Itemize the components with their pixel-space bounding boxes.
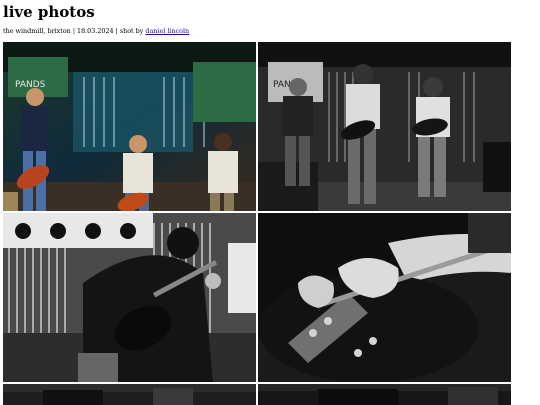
- svg-text:PANDS: PANDS: [15, 80, 46, 90]
- photo-band-bw-6[interactable]: [258, 384, 511, 405]
- photo-image: [3, 213, 256, 382]
- photo-guitarist-bw[interactable]: [3, 213, 256, 382]
- subtitle-details: the windmill, brixton | 18.03.2024 | sho…: [3, 27, 146, 35]
- photo-image: PANDS: [258, 42, 511, 211]
- page-title: live photos: [3, 3, 95, 21]
- photo-band-bw-5[interactable]: [3, 384, 256, 405]
- photo-image: [258, 213, 511, 382]
- photo-band-colour[interactable]: PANDS: [3, 42, 256, 211]
- page-subtitle: the windmill, brixton | 18.03.2024 | sho…: [3, 26, 189, 36]
- photographer-link[interactable]: daniel lincoln: [145, 27, 189, 35]
- photo-band-bw[interactable]: PANDS: [258, 42, 511, 211]
- photo-image: [3, 384, 256, 405]
- photo-image: PANDS: [3, 42, 256, 211]
- photo-image: [258, 384, 511, 405]
- photo-guitar-closeup-bw[interactable]: [258, 213, 511, 382]
